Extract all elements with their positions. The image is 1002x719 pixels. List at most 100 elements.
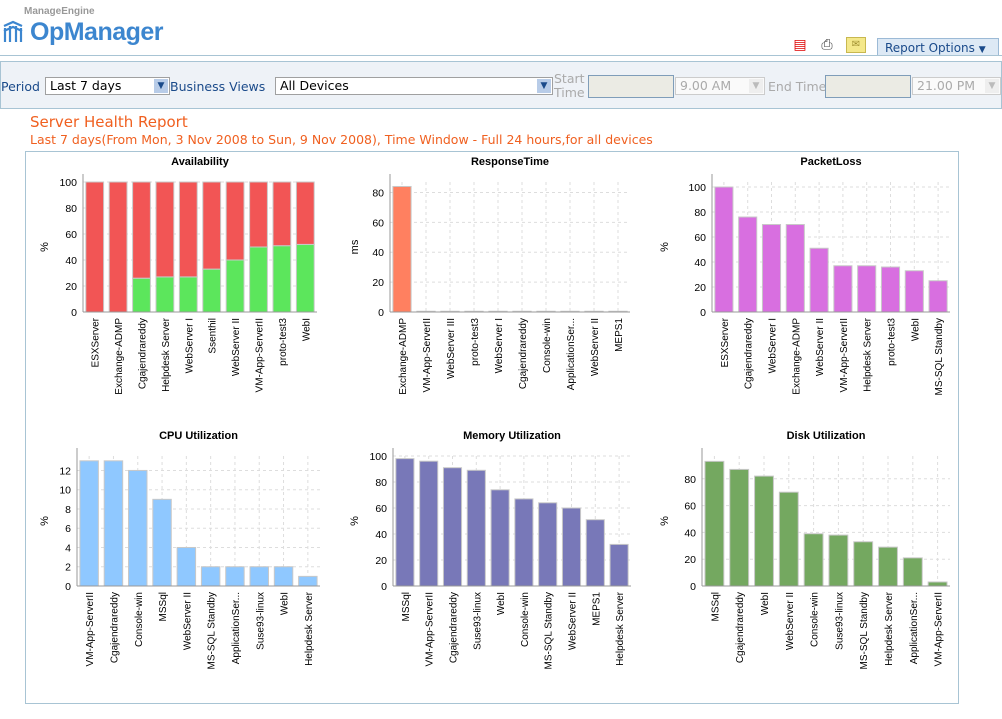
x-tick-label: MEPS1: [591, 592, 602, 626]
x-tick-label: WebServer II: [231, 318, 242, 376]
bar: [155, 181, 175, 278]
bar: [878, 546, 898, 587]
bar: [754, 475, 774, 587]
x-tick-label: Console-win: [542, 318, 553, 373]
x-tick-label: Helpdesk Server: [884, 591, 895, 666]
bar: [79, 460, 99, 587]
start-time-select[interactable]: 9.00 AM ▼: [675, 77, 765, 95]
email-icon[interactable]: ✉: [846, 37, 866, 53]
y-tick-label: 20: [694, 282, 706, 294]
x-tick-label: WebServer II: [815, 318, 826, 376]
x-tick-label: proto-test3: [470, 318, 481, 366]
bar: [272, 181, 292, 247]
x-tick-label: Exchange-ADMP: [398, 318, 409, 395]
x-tick-label: Helpdesk Server: [863, 317, 874, 392]
x-tick-label: VM-App-ServerII: [422, 318, 433, 392]
period-select[interactable]: Last 7 days ▼: [45, 77, 170, 95]
period-value: Last 7 days: [50, 78, 122, 93]
report-title: Server Health Report: [30, 113, 188, 131]
end-date-input[interactable]: [825, 75, 911, 98]
cpu-utilization-chart: CPU Utilization% 0 2 4 6 8 10 12 VM-App-ServerII…: [39, 430, 320, 669]
availability-chart: Availability% 0 20 40 60 80 100 ESXServer Exchan…: [39, 156, 317, 395]
print-icon[interactable]: ⎙: [818, 36, 836, 54]
end-time-select[interactable]: 21.00 PM ▼: [912, 77, 1001, 95]
y-tick-label: 2: [65, 562, 71, 574]
x-tick-label: Console-win: [810, 592, 821, 647]
bar: [178, 181, 198, 278]
bar: [176, 546, 197, 587]
y-axis-label: %: [659, 242, 671, 252]
start-date-input[interactable]: [588, 75, 674, 98]
y-tick-label: 12: [59, 465, 71, 477]
y-tick-label: 20: [65, 281, 77, 293]
bar: [249, 181, 268, 248]
x-tick-label: Cgajendrareddy: [138, 318, 149, 389]
bar: [392, 185, 412, 313]
bar: [927, 581, 948, 587]
y-tick-label: 0: [690, 581, 696, 593]
bar: [295, 243, 315, 313]
x-tick-label: MSSql: [401, 592, 412, 621]
memory-utilization-chart: Memory Utilization% 0 20 40 60 80 100 MSSql VM-A…: [349, 430, 631, 669]
bar: [85, 181, 105, 313]
bar: [928, 280, 948, 313]
x-tick-label: VM-App-ServerII: [425, 592, 436, 666]
bar: [880, 266, 901, 313]
x-tick-label: Cgajendrareddy: [735, 592, 746, 663]
bar: [225, 259, 245, 313]
report-options-button[interactable]: Report Options ▼: [877, 38, 999, 56]
bar: [704, 460, 725, 587]
x-tick-label: WebServer II: [182, 592, 193, 650]
packet-loss-chart: PacketLoss% 0 20 40 60 80 100 ESXServer Cgajendr…: [659, 156, 950, 395]
x-tick-label: Exchange-ADMP: [791, 318, 802, 395]
y-tick-label: 0: [71, 307, 77, 319]
bar: [128, 469, 148, 587]
x-tick-label: WebI: [910, 318, 921, 341]
bar: [103, 460, 124, 587]
product-logo: OpManager: [30, 18, 164, 46]
x-tick-label: ESXServer: [91, 317, 102, 367]
y-tick-label: 60: [684, 501, 696, 513]
bar: [853, 541, 874, 587]
x-tick-label: ApplicationSer...: [231, 592, 242, 664]
opmanager-logo-icon: [3, 20, 23, 42]
x-tick-label: Cgajendrareddy: [744, 318, 755, 389]
bar: [904, 270, 924, 313]
pdf-icon[interactable]: ▤: [791, 36, 809, 54]
y-tick-label: 80: [694, 207, 706, 219]
bar: [585, 519, 605, 587]
bar: [132, 277, 151, 313]
x-tick-label: VM-App-ServerII: [839, 318, 850, 392]
chevron-down-icon: ▼: [749, 79, 763, 93]
x-tick-label: Exchange-ADMP: [114, 318, 125, 395]
bar: [833, 265, 853, 313]
bar: [785, 224, 805, 313]
report-options-label: Report Options: [885, 41, 975, 55]
x-tick-label: Suse93-linux: [472, 592, 483, 650]
vendor-logo-text: ManageEngine: [24, 6, 95, 17]
report-subtitle: Last 7 days(From Mon, 3 Nov 2008 to Sun,…: [30, 132, 653, 147]
period-label: Period: [1, 79, 40, 94]
business-views-value: All Devices: [280, 78, 349, 93]
start-time-label: Start Time: [554, 71, 585, 100]
bar: [225, 566, 245, 587]
bar: [809, 247, 829, 313]
chart-title: PacketLoss: [800, 156, 861, 168]
y-axis-label: %: [349, 516, 361, 526]
end-time-value: 21.00 PM: [917, 78, 976, 93]
business-views-select[interactable]: All Devices ▼: [275, 77, 553, 95]
x-tick-label: MS-SQL Standby: [207, 592, 218, 669]
x-tick-label: Suse93-linux: [834, 592, 845, 650]
bar: [298, 575, 318, 587]
bar: [761, 224, 782, 313]
x-tick-label: MSSql: [158, 592, 169, 621]
x-tick-label: Console-win: [134, 592, 145, 647]
x-tick-label: MEPS1: [614, 318, 625, 352]
chevron-down-icon: ▼: [978, 45, 986, 55]
x-tick-label: ApplicationSer...: [566, 318, 577, 390]
x-tick-label: Suse93-linux: [255, 592, 266, 650]
y-tick-label: 0: [378, 307, 384, 319]
bar: [902, 557, 923, 587]
x-tick-label: WebI: [760, 592, 771, 615]
x-tick-label: Cgajendrareddy: [449, 592, 460, 663]
